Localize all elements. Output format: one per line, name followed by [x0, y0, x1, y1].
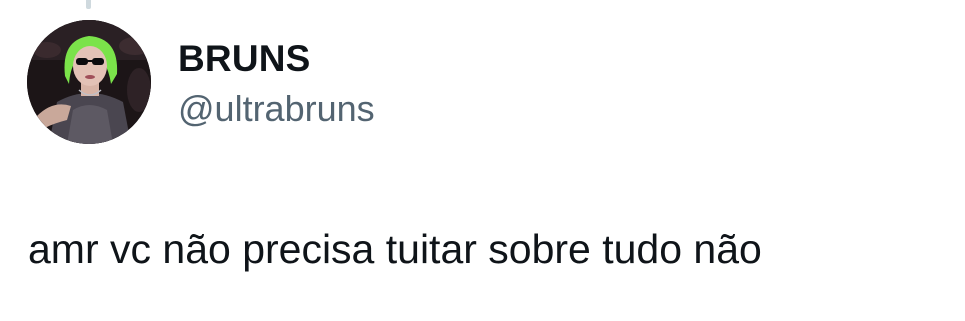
author-display-name[interactable]: BRUNS	[178, 37, 311, 81]
author-handle[interactable]: @ultrabruns	[178, 88, 375, 130]
tweet-text: amr vc não precisa tuitar sobre tudo não	[28, 226, 762, 272]
avatar[interactable]	[27, 20, 151, 144]
avatar-image	[27, 20, 151, 144]
thread-connector-line	[86, 0, 91, 9]
